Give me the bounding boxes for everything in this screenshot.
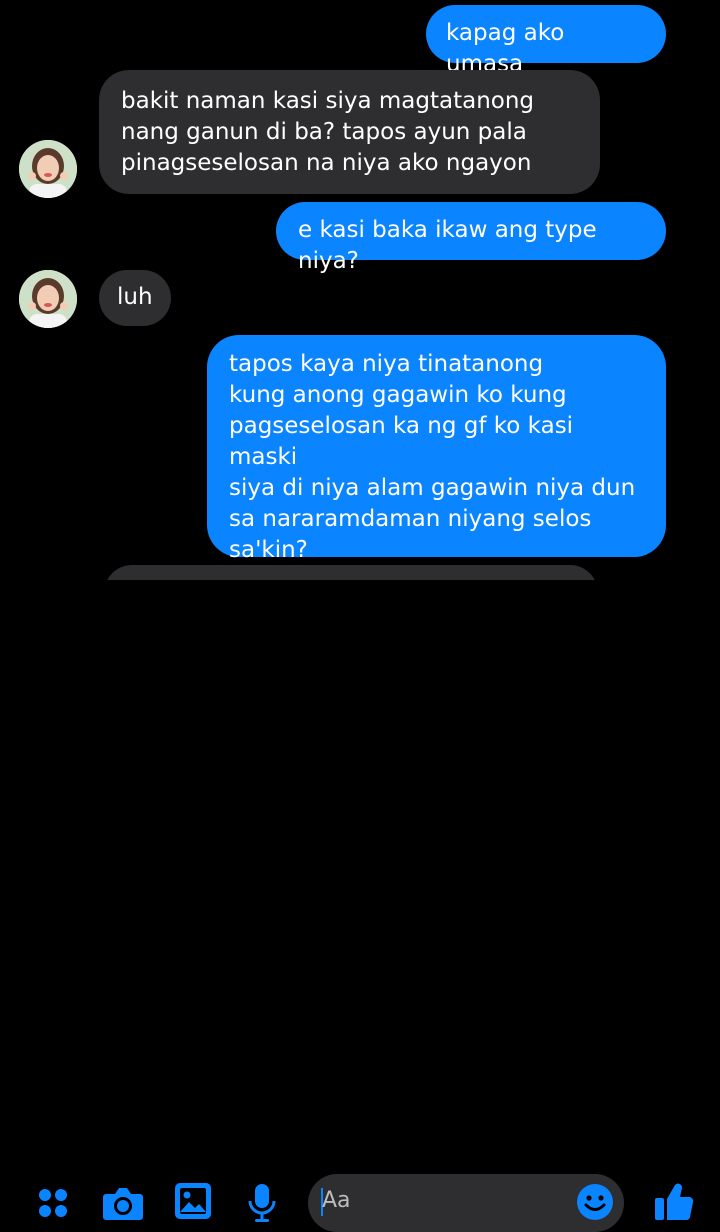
composer-bar: Aa: [0, 580, 720, 1232]
thumbs-up-icon[interactable]: [654, 1180, 694, 1222]
message-input-placeholder: Aa: [322, 1188, 351, 1213]
message-bubble-incoming[interactable]: bakit naman kasi siya magtatanong nang g…: [99, 70, 600, 194]
message-bubble-outgoing[interactable]: tapos kaya niya tinatanong kung anong ga…: [207, 335, 666, 563]
message-bubble-outgoing[interactable]: kapag ako umasa: [426, 5, 666, 77]
more-icon[interactable]: [36, 1186, 70, 1220]
camera-icon[interactable]: [102, 1184, 144, 1222]
message-bubble-incoming[interactable]: luh: [99, 270, 171, 326]
gallery-icon[interactable]: [174, 1182, 212, 1220]
message-list[interactable]: kapag ako umasa bakit naman kasi siya ma…: [0, 0, 720, 605]
contact-avatar[interactable]: [19, 270, 77, 328]
microphone-icon[interactable]: [247, 1183, 277, 1223]
contact-avatar[interactable]: [19, 140, 77, 198]
emoji-icon[interactable]: [576, 1183, 614, 1221]
message-bubble-outgoing[interactable]: e kasi baka ikaw ang type niya?: [276, 202, 666, 274]
